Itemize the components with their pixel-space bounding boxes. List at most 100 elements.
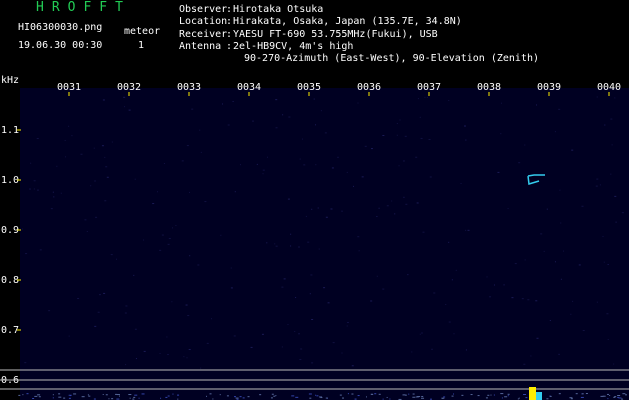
noise-speckle: [417, 98, 419, 100]
band-speckle: [525, 397, 528, 399]
noise-speckle: [256, 163, 258, 165]
noise-speckle: [152, 203, 155, 205]
band-speckle: [625, 394, 628, 396]
noise-speckle: [33, 180, 36, 182]
noise-speckle: [33, 188, 35, 190]
y-tick-label: 0.9: [1, 225, 19, 236]
noise-speckle: [420, 137, 423, 139]
noise-speckle: [614, 97, 616, 99]
noise-speckle: [68, 125, 70, 127]
noise-speckle: [549, 319, 551, 321]
noise-speckle: [251, 120, 254, 122]
noise-speckle: [283, 278, 286, 280]
band-speckle: [320, 397, 323, 399]
band-speckle: [570, 398, 573, 400]
band-speckle: [167, 395, 170, 397]
noise-speckle: [200, 367, 202, 369]
y-axis-unit-label: kHz: [1, 75, 19, 86]
noise-speckle: [311, 318, 314, 320]
noise-speckle: [116, 258, 118, 260]
noise-speckle: [36, 138, 39, 140]
noise-speckle: [424, 96, 426, 98]
noise-speckle: [310, 274, 313, 276]
band-speckle: [108, 398, 110, 400]
band-speckle: [581, 393, 584, 395]
observer-colon: :: [226, 4, 233, 15]
noise-speckle: [570, 313, 572, 315]
noise-speckle: [186, 357, 188, 359]
antenna-value-line2: 90-270-Azimuth (East-West), 90-Elevation…: [244, 53, 540, 64]
noise-speckle: [250, 346, 253, 348]
band-speckle: [549, 395, 552, 397]
noise-speckle: [530, 355, 532, 357]
noise-speckle: [220, 234, 222, 236]
noise-speckle: [168, 237, 171, 239]
noise-speckle: [94, 180, 96, 182]
x-tick-label: 0034: [237, 82, 261, 93]
noise-speckle: [80, 153, 83, 155]
noise-speckle: [403, 196, 405, 198]
noise-speckle: [24, 362, 27, 364]
noise-speckle: [560, 278, 562, 280]
noise-speckle: [204, 201, 207, 203]
x-tick-label: 0038: [477, 82, 501, 93]
noise-speckle: [200, 151, 202, 153]
noise-speckle: [191, 108, 194, 110]
noise-speckle: [391, 200, 393, 202]
noise-speckle: [518, 162, 521, 164]
noise-speckle: [287, 198, 290, 200]
band-speckle: [412, 393, 415, 395]
noise-speckle: [294, 330, 296, 332]
meteor-count-label: meteor: [124, 26, 161, 37]
y-tick-label: 0.7: [1, 325, 19, 336]
x-tick-label: 0035: [297, 82, 321, 93]
noise-speckle: [382, 288, 385, 290]
noise-speckle: [465, 139, 467, 141]
noise-speckle: [527, 299, 530, 301]
noise-speckle: [357, 236, 360, 238]
band-speckle: [622, 393, 626, 395]
band-speckle: [500, 393, 504, 395]
band-speckle: [177, 394, 180, 396]
noise-speckle: [604, 124, 606, 126]
noise-speckle: [189, 191, 191, 193]
band-speckle: [569, 397, 573, 399]
noise-speckle: [315, 164, 317, 166]
noise-speckle: [416, 202, 419, 204]
y-tick-label: 1.0: [1, 175, 19, 186]
noise-speckle: [124, 106, 126, 108]
band-speckle: [575, 393, 578, 395]
band-speckle: [342, 397, 345, 399]
noise-speckle: [123, 96, 126, 98]
noise-speckle: [378, 207, 380, 209]
noise-speckle: [621, 212, 624, 214]
noise-speckle: [465, 349, 467, 351]
band-speckle: [370, 393, 373, 395]
band-speckle: [88, 395, 91, 397]
noise-speckle: [493, 284, 495, 286]
band-speckle: [316, 395, 319, 397]
noise-speckle: [320, 110, 322, 112]
image-filename: HI06300030.png: [18, 22, 103, 33]
noise-speckle: [161, 234, 164, 236]
band-speckle: [235, 397, 239, 399]
noise-speckle: [185, 304, 188, 306]
noise-speckle: [323, 287, 326, 289]
noise-speckle: [311, 208, 313, 210]
noise-speckle: [614, 195, 617, 197]
band-speckle: [315, 394, 317, 396]
noise-speckle: [451, 279, 453, 281]
noise-speckle: [571, 149, 574, 151]
noise-speckle: [22, 228, 24, 230]
noise-speckle: [186, 145, 189, 147]
noise-speckle: [337, 156, 339, 158]
noise-speckle: [558, 353, 560, 355]
band-speckle: [606, 393, 609, 395]
noise-speckle: [599, 184, 601, 186]
band-speckle: [357, 395, 360, 397]
band-speckle: [487, 394, 490, 396]
noise-speckle: [199, 129, 201, 131]
noise-speckle: [332, 342, 335, 344]
band-speckle: [141, 393, 145, 395]
noise-speckle: [448, 321, 451, 323]
